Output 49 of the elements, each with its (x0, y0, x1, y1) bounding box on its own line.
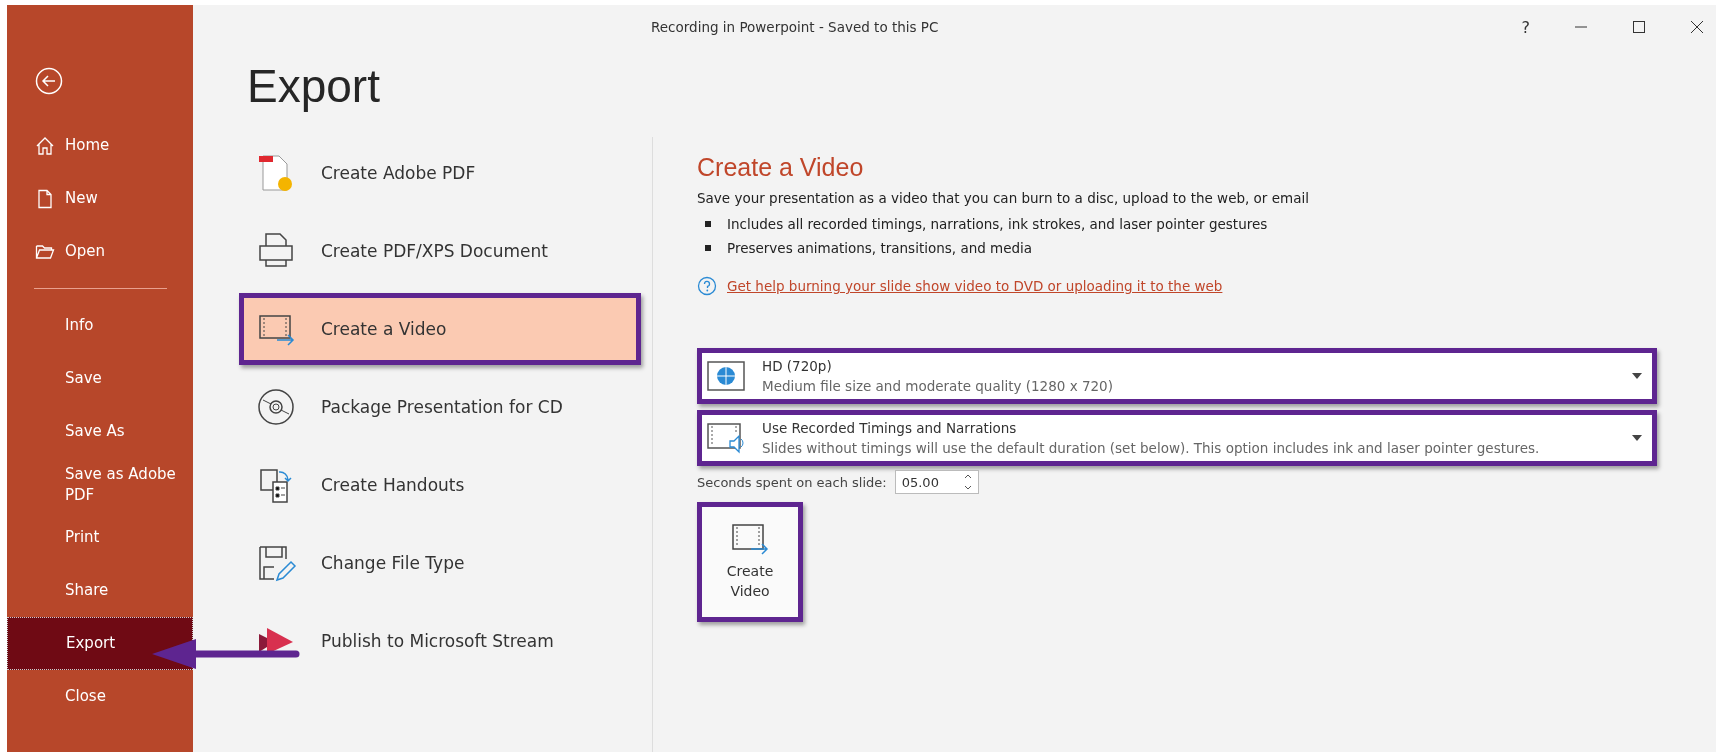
sidebar-item[interactable]: Save (7, 352, 193, 405)
screen-globe-icon (706, 359, 746, 393)
create-video-button[interactable]: Create Video (697, 502, 803, 622)
export-option[interactable]: Create Handouts (239, 449, 641, 521)
document-icon (35, 188, 55, 209)
close-icon[interactable] (1690, 20, 1704, 34)
caret-icon (1632, 373, 1642, 379)
sidebar-item[interactable]: New (7, 172, 193, 225)
field-label: Seconds spent on each slide: (697, 474, 887, 490)
spinner-arrows-icon[interactable] (963, 473, 972, 491)
help-link[interactable]: Get help burning your slide show video to DVD or uploading it to the web (727, 278, 1223, 294)
export-option[interactable]: Create Adobe PDF (239, 137, 641, 209)
sidebar-item[interactable]: Save As (7, 405, 193, 458)
sidebar-item[interactable]: Print (7, 511, 193, 564)
sidebar-item[interactable]: Info (7, 299, 193, 352)
export-option[interactable]: Package Presentation for CD (239, 371, 641, 443)
dropdown[interactable]: HD (720p) Medium file size and moderate quality (1280 x 720) (697, 348, 1657, 404)
description-text: Save your presentation as a video that you can burn to a disc, upload to the web, or email (697, 190, 1310, 206)
home-icon (35, 135, 55, 156)
help-icon (697, 276, 717, 296)
sidebar-item[interactable]: Home (7, 119, 193, 172)
sidebar-item[interactable]: Save as Adobe PDF (7, 458, 193, 511)
sidebar-item[interactable]: Open (7, 225, 193, 278)
section-title: Create a Video (697, 153, 865, 182)
filmstrip-arrow-icon (729, 522, 771, 557)
dropdown-title: HD (720p) (762, 358, 833, 374)
maximize-icon[interactable] (1632, 20, 1646, 34)
window-title: Recording in Powerpoint - Saved to this PC (651, 19, 939, 35)
dropdown-subtitle: Slides without timings will use the default duration (set below). This option includes ink and laser pointer gestures. (762, 440, 1541, 456)
page-heading: Export (247, 59, 381, 113)
sidebar-item[interactable]: Share (7, 564, 193, 617)
dropdown-title: Use Recorded Timings and Narrations (762, 420, 1018, 436)
filmstrip-speaker-icon (706, 421, 746, 455)
bullet-icon (705, 245, 711, 251)
export-option[interactable]: Create a Video (239, 293, 641, 365)
caret-icon (1632, 435, 1642, 441)
bullet-icon (705, 221, 711, 227)
export-option[interactable]: Publish to Microsoft Stream (239, 605, 641, 677)
export-option[interactable]: Change File Type (239, 527, 641, 599)
seconds-field[interactable]: 05.00 (894, 470, 979, 494)
sidebar-item[interactable]: Export (7, 617, 193, 670)
help-button[interactable]: ? (1521, 17, 1530, 37)
dropdown-subtitle: Medium file size and moderate quality (1280 x 720) (762, 378, 1114, 394)
disc-icon (255, 386, 297, 428)
dropdown[interactable]: Use Recorded Timings and Narrations Slides without timings will use the default duration (set below). This option includes ink and laser pointer gestures. (697, 410, 1657, 466)
export-option[interactable]: Create PDF/XPS Document (239, 215, 641, 287)
bullet-text: Includes all recorded timings, narrations, ink strokes, and laser pointer gestures (727, 216, 1268, 232)
bullet-text: Preserves animations, transitions, and media (727, 240, 1033, 256)
sidebar-item[interactable]: Close (7, 670, 193, 723)
